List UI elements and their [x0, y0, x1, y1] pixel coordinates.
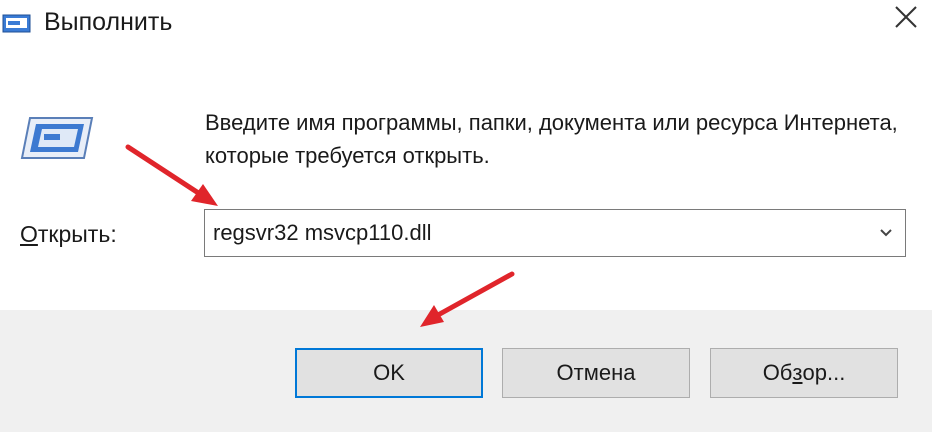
ok-button[interactable]: OK: [295, 348, 483, 398]
open-label-accelerator: О: [20, 221, 38, 247]
run-dialog-icon: [20, 117, 94, 159]
open-label-text: ткрыть:: [37, 221, 117, 247]
browse-button[interactable]: Об з ор...: [710, 348, 898, 398]
cancel-button-label: Отмена: [556, 360, 636, 385]
chevron-down-icon[interactable]: [871, 218, 901, 248]
window-title: Выполнить: [44, 8, 173, 36]
browse-label-before: Об: [762, 360, 793, 385]
dialog-content: [0, 52, 932, 310]
browse-label-accelerator: з: [792, 360, 803, 385]
close-icon[interactable]: [882, 0, 928, 40]
instruction-text: Введите имя программы, папки, документа …: [205, 110, 898, 168]
cancel-button[interactable]: Отмена: [502, 348, 690, 398]
ok-button-label: OK: [373, 360, 405, 385]
browse-label-after: ор...: [802, 360, 846, 385]
command-input[interactable]: [213, 210, 853, 256]
title-bar: Выполнить: [0, 0, 932, 52]
open-field-label: Открыть:: [20, 221, 117, 248]
command-combobox[interactable]: [204, 209, 906, 257]
run-app-icon: [2, 14, 31, 33]
